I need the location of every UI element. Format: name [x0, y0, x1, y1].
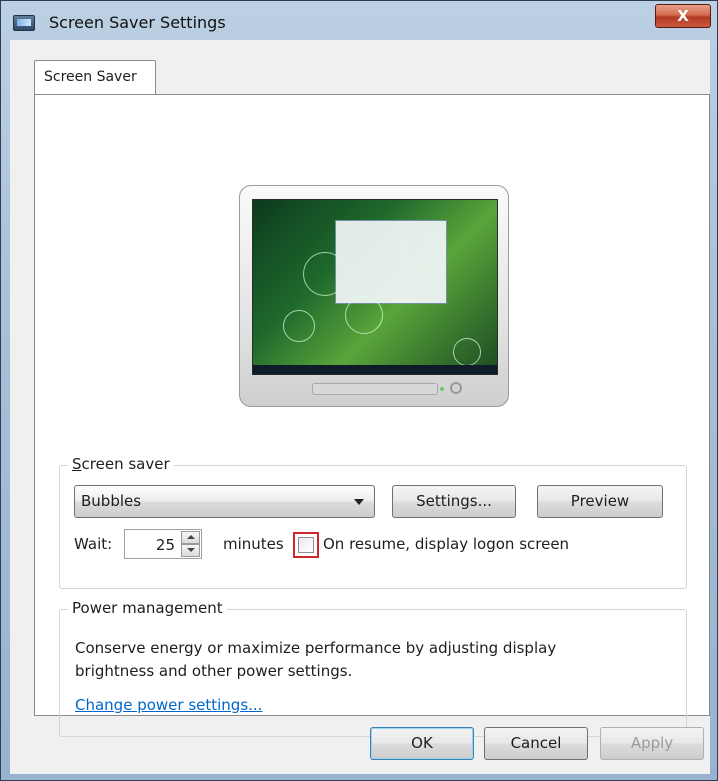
- wait-minutes-value: 25: [155, 536, 175, 554]
- resume-checkbox-label[interactable]: On resume, display logon screen: [323, 535, 569, 553]
- tab-screen-saver[interactable]: Screen Saver: [34, 60, 156, 95]
- bubble-shape: [345, 296, 383, 334]
- bubble-shape: [283, 310, 315, 342]
- power-button-icon: [450, 382, 462, 394]
- window-title: Screen Saver Settings: [49, 13, 226, 32]
- preview-button[interactable]: Preview: [537, 485, 663, 518]
- preview-taskbar: [253, 365, 497, 374]
- screen-saver-group-label: Screen saver: [68, 455, 174, 473]
- apply-button[interactable]: Apply: [600, 727, 704, 760]
- stepper-up-icon[interactable]: [181, 531, 200, 544]
- change-power-settings-link[interactable]: Change power settings...: [75, 696, 262, 714]
- bubble-shape: [403, 230, 439, 266]
- wait-label: Wait:: [74, 535, 113, 553]
- monitor-stand: [312, 383, 438, 395]
- bubble-shape: [303, 252, 347, 296]
- resume-logon-checkbox[interactable]: [298, 537, 314, 553]
- cancel-button[interactable]: Cancel: [484, 727, 588, 760]
- dialog-client-area: Screen Saver Screen saver Bubbles Settin…: [10, 40, 710, 774]
- settings-button[interactable]: Settings...: [392, 485, 516, 518]
- screen-saver-group: Screen saver Bubbles Settings... Preview…: [59, 455, 687, 589]
- tab-panel-screen-saver: Screen saver Bubbles Settings... Preview…: [34, 94, 710, 737]
- wait-minutes-stepper[interactable]: 25: [124, 529, 202, 559]
- bubble-shape: [453, 338, 481, 366]
- power-led-icon: [440, 387, 444, 391]
- title-bar[interactable]: Screen Saver Settings X: [1, 1, 717, 41]
- monitor-preview: [239, 185, 509, 407]
- power-management-group: Power management Conserve energy or maxi…: [59, 599, 687, 737]
- screen-saver-selected-value: Bubbles: [81, 492, 142, 510]
- chevron-down-icon: [354, 499, 364, 505]
- minutes-label: minutes: [223, 535, 284, 553]
- resume-checkbox-highlight: [293, 532, 319, 558]
- screen-saver-settings-window: Screen Saver Settings X Screen Saver Scr…: [0, 0, 718, 781]
- stepper-down-icon[interactable]: [181, 544, 200, 557]
- power-management-description: Conserve energy or maximize performance …: [75, 639, 557, 680]
- ok-button[interactable]: OK: [370, 727, 474, 760]
- screen-saver-dropdown[interactable]: Bubbles: [74, 485, 375, 518]
- power-management-group-label: Power management: [68, 599, 227, 617]
- preview-screen: [252, 199, 498, 375]
- close-button[interactable]: X: [655, 4, 711, 28]
- screen-saver-app-icon: [13, 15, 35, 31]
